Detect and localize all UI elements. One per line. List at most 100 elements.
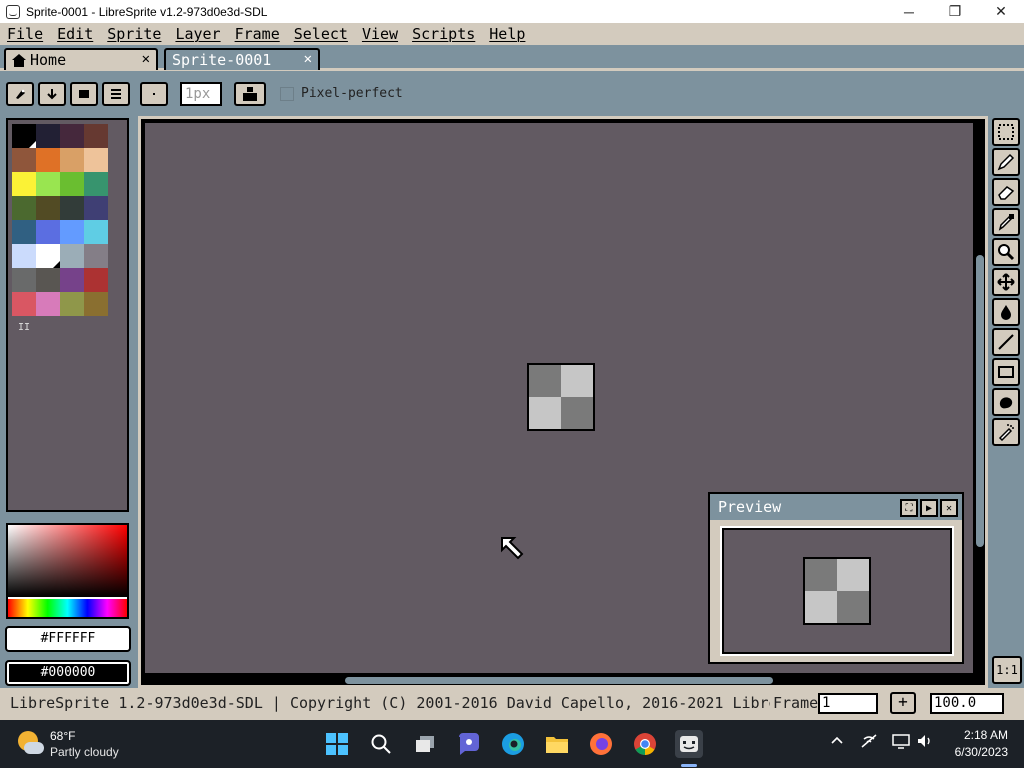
edge-button[interactable] xyxy=(499,730,527,758)
menu-help[interactable]: Help xyxy=(482,25,532,43)
palette-swatch[interactable] xyxy=(60,148,84,172)
tab-home[interactable]: Home ✕ xyxy=(4,48,158,70)
palette-swatch[interactable] xyxy=(84,172,108,196)
menu-file[interactable]: File xyxy=(0,25,50,43)
tab-sprite[interactable]: Sprite-0001 ✕ xyxy=(164,48,320,70)
ink-button[interactable] xyxy=(234,82,266,106)
palette-swatch[interactable] xyxy=(60,244,84,268)
brush-square-button[interactable] xyxy=(70,82,98,106)
palette-swatch[interactable] xyxy=(12,268,36,292)
frame-input[interactable]: 1 xyxy=(818,693,878,714)
preview-play-button[interactable]: ▶ xyxy=(920,499,938,517)
palette-swatch[interactable] xyxy=(12,124,36,148)
palette-swatch[interactable] xyxy=(36,172,60,196)
palette-swatch[interactable] xyxy=(60,220,84,244)
libresprite-taskbar-button[interactable] xyxy=(675,730,703,758)
marquee-tool[interactable] xyxy=(992,118,1020,146)
palette-swatch[interactable] xyxy=(84,244,108,268)
close-window-button[interactable]: ✕ xyxy=(978,0,1024,23)
display-icon[interactable] xyxy=(892,733,910,753)
palette-swatch[interactable] xyxy=(60,292,84,316)
weather-condition[interactable]: Partly cloudy xyxy=(50,745,119,759)
palette-swatch[interactable] xyxy=(36,220,60,244)
foreground-color-button[interactable]: #FFFFFF xyxy=(5,626,131,652)
add-frame-button[interactable]: + xyxy=(890,692,916,714)
eyedropper-tool[interactable] xyxy=(992,208,1020,236)
palette-swatch[interactable] xyxy=(12,148,36,172)
tab-sprite-close-icon[interactable]: ✕ xyxy=(304,51,312,67)
menu-sprite[interactable]: Sprite xyxy=(100,25,168,43)
menu-view[interactable]: View xyxy=(355,25,405,43)
palette-swatch[interactable] xyxy=(60,124,84,148)
menu-frame[interactable]: Frame xyxy=(228,25,287,43)
palette-swatch[interactable] xyxy=(84,292,108,316)
minimize-button[interactable]: ─ xyxy=(886,0,932,23)
palette-swatch[interactable] xyxy=(60,172,84,196)
zoom-tool[interactable] xyxy=(992,238,1020,266)
palette-swatch[interactable] xyxy=(84,220,108,244)
sprite-canvas[interactable] xyxy=(527,363,595,431)
pixel-perfect-checkbox[interactable] xyxy=(280,87,294,101)
palette-swatch[interactable] xyxy=(36,292,60,316)
search-button[interactable] xyxy=(367,730,395,758)
palette-swatch[interactable] xyxy=(36,148,60,172)
pencil-tool[interactable] xyxy=(992,148,1020,176)
brush-point-button[interactable] xyxy=(140,82,168,106)
clock-date[interactable]: 6/30/2023 xyxy=(940,745,1008,759)
eraser-tool[interactable] xyxy=(992,178,1020,206)
maximize-button[interactable]: ❐ xyxy=(932,0,978,23)
weather-temperature[interactable]: 68°F xyxy=(50,729,75,743)
palette-swatch[interactable] xyxy=(12,172,36,196)
palette-swatch[interactable] xyxy=(12,220,36,244)
preview-fullscreen-button[interactable]: ⛶ xyxy=(900,499,918,517)
palette-swatch[interactable] xyxy=(84,148,108,172)
palette-swatch[interactable] xyxy=(60,268,84,292)
palette-swatch[interactable] xyxy=(36,124,60,148)
palette-swatch[interactable] xyxy=(12,292,36,316)
spray-tool[interactable] xyxy=(992,418,1020,446)
horizontal-scroll-thumb[interactable] xyxy=(345,677,773,684)
clock-time[interactable]: 2:18 AM xyxy=(948,728,1008,742)
weather-icon[interactable] xyxy=(18,731,44,757)
palette-swatch[interactable] xyxy=(12,196,36,220)
network-icon[interactable] xyxy=(860,733,878,753)
chevron-up-icon[interactable] xyxy=(830,733,844,751)
zoom-input[interactable]: 100.0 xyxy=(930,693,1004,714)
color-picker[interactable] xyxy=(6,523,129,619)
preview-close-button[interactable]: ✕ xyxy=(940,499,958,517)
vertical-scroll-thumb[interactable] xyxy=(976,255,984,547)
menu-edit[interactable]: Edit xyxy=(50,25,100,43)
palette-swatch[interactable] xyxy=(84,196,108,220)
palette-swatch[interactable] xyxy=(36,196,60,220)
menu-layer[interactable]: Layer xyxy=(168,25,227,43)
palette-swatch[interactable] xyxy=(36,268,60,292)
volume-icon[interactable] xyxy=(916,733,934,753)
saturation-value-field[interactable] xyxy=(8,525,127,597)
chat-button[interactable] xyxy=(455,730,483,758)
palette-swatch[interactable] xyxy=(12,244,36,268)
palette-swatch[interactable] xyxy=(84,124,108,148)
rectangle-tool[interactable] xyxy=(992,358,1020,386)
brush-lines-button[interactable] xyxy=(102,82,130,106)
chrome-button[interactable] xyxy=(631,730,659,758)
start-button[interactable] xyxy=(323,730,351,758)
fill-tool[interactable] xyxy=(992,298,1020,326)
background-color-button[interactable]: #000000 xyxy=(5,660,131,686)
firefox-button[interactable] xyxy=(587,730,615,758)
menu-scripts[interactable]: Scripts xyxy=(405,25,482,43)
palette-resize-grip[interactable]: II xyxy=(18,322,30,333)
palette-swatch[interactable] xyxy=(36,244,60,268)
palette-swatch[interactable] xyxy=(60,196,84,220)
brush-size-input[interactable]: 1px xyxy=(180,82,222,106)
brush-type-button[interactable] xyxy=(6,82,34,106)
vertical-scrollbar[interactable] xyxy=(975,123,985,673)
menu-select[interactable]: Select xyxy=(287,25,355,43)
move-tool[interactable] xyxy=(992,268,1020,296)
brush-shape-down-button[interactable] xyxy=(38,82,66,106)
hue-slider[interactable] xyxy=(8,599,127,617)
contour-tool[interactable] xyxy=(992,388,1020,416)
task-view-button[interactable] xyxy=(411,730,439,758)
palette-swatch[interactable] xyxy=(84,268,108,292)
horizontal-scrollbar[interactable] xyxy=(145,675,973,685)
tab-home-close-icon[interactable]: ✕ xyxy=(142,51,150,67)
